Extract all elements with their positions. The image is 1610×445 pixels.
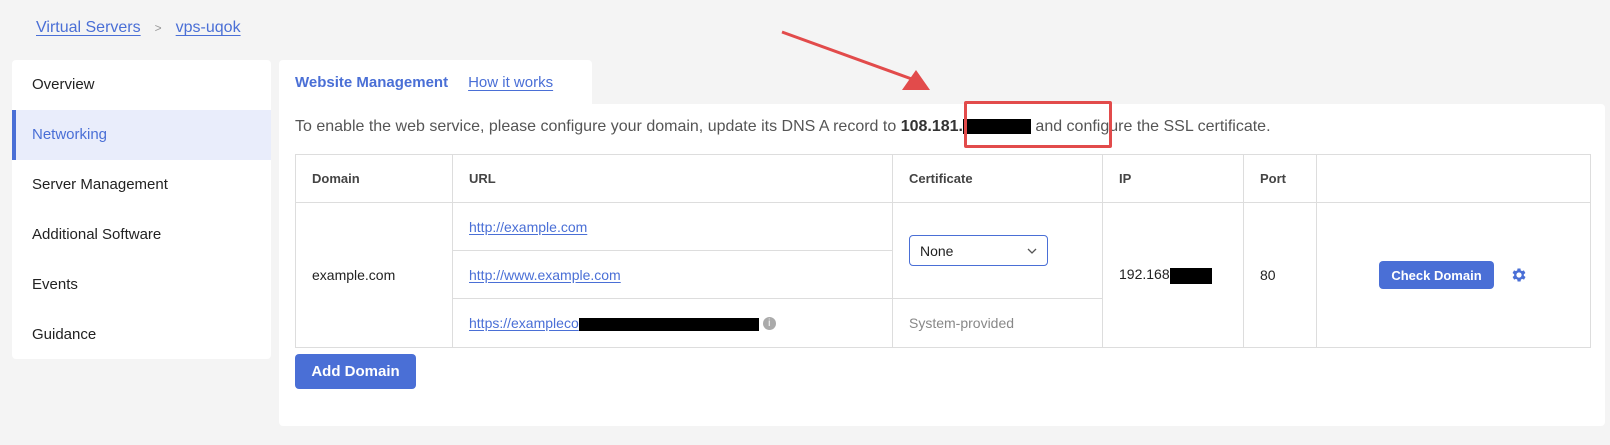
sidebar-item-events[interactable]: Events [12, 260, 271, 310]
how-it-works-link[interactable]: How it works [468, 74, 553, 91]
breadcrumb-virtual-servers[interactable]: Virtual Servers [36, 19, 141, 37]
info-icon[interactable]: i [762, 316, 776, 330]
sidebar-item-networking[interactable]: Networking [12, 110, 271, 160]
domain-table: Domain URL Certificate IP Port example.c… [295, 154, 1591, 348]
actions-cell: Check Domain [1316, 202, 1591, 348]
url-link-http[interactable]: http://example.com [469, 219, 587, 235]
url-link-www[interactable]: http://www.example.com [469, 267, 621, 283]
dns-notice: To enable the web service, please config… [295, 118, 1271, 136]
sidebar: Overview Networking Server Management Ad… [12, 60, 271, 359]
ip-cell: 192.168 [1102, 202, 1244, 348]
tab-website-management[interactable]: Website Management How it works [279, 60, 592, 105]
row-actions: Check Domain [1317, 261, 1590, 289]
sidebar-item-guidance[interactable]: Guidance [12, 310, 271, 359]
url-cell: http://example.com http://www.example.co… [452, 202, 893, 348]
url-row: https://exampleco i [453, 299, 892, 347]
url-https-text: https://exampleco [469, 315, 579, 331]
certificate-select-wrap: None [893, 203, 1102, 299]
domain-cell: example.com [295, 202, 453, 348]
website-management-panel: To enable the web service, please config… [279, 104, 1605, 426]
col-domain: Domain [295, 154, 453, 203]
table-header-row: Domain URL Certificate IP Port [295, 154, 1591, 203]
annotation-highlight-box [964, 101, 1112, 148]
col-url: URL [452, 154, 893, 203]
sidebar-item-overview[interactable]: Overview [12, 60, 271, 110]
col-port: Port [1243, 154, 1317, 203]
url-row: http://www.example.com [453, 251, 892, 299]
annotation-arrow-icon [781, 30, 930, 90]
redacted-url-block [578, 317, 759, 331]
check-domain-button[interactable]: Check Domain [1379, 261, 1494, 289]
certificate-system-provided: System-provided [909, 315, 1015, 331]
redacted-ip-cell-block [1169, 267, 1212, 284]
table-row: example.com http://example.com http://ww… [295, 202, 1591, 348]
url-link-https[interactable]: https://exampleco [469, 315, 759, 331]
breadcrumb-separator: > [154, 21, 162, 35]
certificate-system-row: System-provided [893, 299, 1102, 347]
port-cell: 80 [1243, 202, 1317, 348]
breadcrumb: Virtual Servers > vps-uqok [36, 19, 241, 37]
sidebar-item-additional-software[interactable]: Additional Software [12, 210, 271, 260]
add-domain-button[interactable]: Add Domain [295, 354, 416, 389]
ip-value: 192.168 [1119, 266, 1170, 283]
notice-text-before: To enable the web service, please config… [295, 118, 901, 135]
url-row: http://example.com [453, 203, 892, 251]
tab-title[interactable]: Website Management [295, 74, 448, 91]
sidebar-item-server-management[interactable]: Server Management [12, 160, 271, 210]
certificate-select[interactable]: None [909, 235, 1048, 266]
certificate-selected-value: None [920, 242, 954, 259]
gear-icon[interactable] [1510, 266, 1528, 284]
col-certificate: Certificate [892, 154, 1103, 203]
notice-ip: 108.181. [900, 118, 963, 135]
col-actions [1316, 154, 1591, 203]
col-ip: IP [1102, 154, 1244, 203]
certificate-cell: None System-provided [892, 202, 1103, 348]
breadcrumb-current[interactable]: vps-uqok [176, 19, 241, 37]
chevron-down-icon [1027, 248, 1037, 254]
